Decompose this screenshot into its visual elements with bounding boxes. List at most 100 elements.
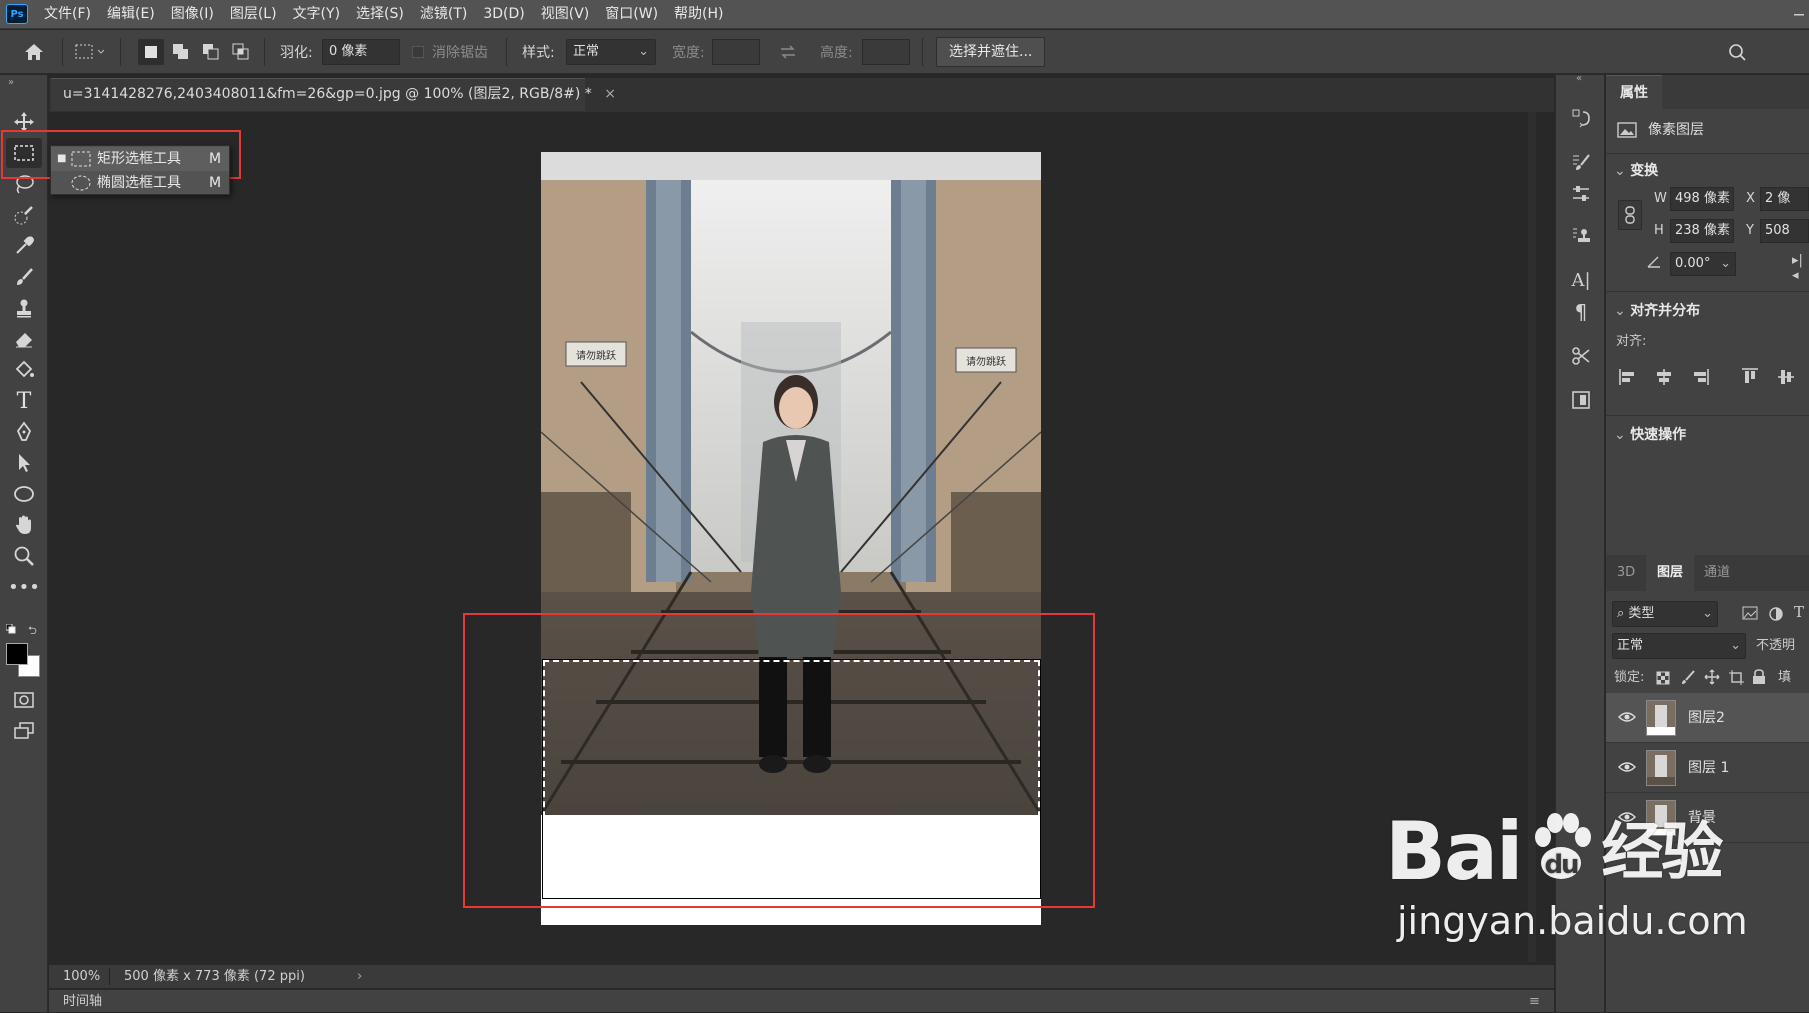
more-tools-icon[interactable]: ••• (6, 572, 42, 602)
character-icon[interactable]: A| (1566, 265, 1596, 295)
collapse-icon[interactable]: » (8, 77, 14, 88)
menu-help[interactable]: 帮助(H) (666, 0, 731, 29)
type-tool-icon[interactable]: T (6, 386, 42, 416)
flyout-item-ellipse-marquee[interactable]: 椭圆选框工具 M (51, 171, 229, 195)
paragraph-icon[interactable]: ¶ (1566, 297, 1596, 327)
tab-properties[interactable]: 属性 (1606, 75, 1662, 109)
menu-type[interactable]: 文字(Y) (285, 0, 348, 29)
menu-image[interactable]: 图像(I) (163, 0, 222, 29)
home-icon[interactable] (20, 38, 48, 66)
ellipse-tool-icon[interactable] (6, 479, 42, 509)
flyout-item-shortcut: M (209, 175, 222, 191)
close-tab-icon[interactable]: × (604, 86, 616, 102)
chevron-right-icon[interactable]: › (357, 965, 362, 988)
screen-mode-icon[interactable] (6, 716, 42, 746)
history-icon[interactable] (1566, 103, 1596, 133)
h-input[interactable]: 238 像素 (1670, 219, 1734, 243)
antialias-checkbox[interactable] (412, 46, 424, 58)
swap-colors-icon[interactable]: ⮌ (28, 622, 40, 637)
align-left-icon[interactable] (1618, 367, 1638, 387)
new-selection-icon[interactable] (138, 39, 164, 65)
minimize-icon[interactable] (1790, 4, 1808, 24)
flip-icon[interactable]: ▸|◂ (1792, 253, 1809, 283)
lock-artboard-icon[interactable] (1728, 669, 1744, 685)
menu-file[interactable]: 文件(F) (36, 0, 99, 29)
adjustments-icon[interactable] (1566, 179, 1596, 209)
y-input[interactable]: 508 (1760, 219, 1809, 243)
lock-image-icon[interactable] (1680, 669, 1696, 685)
quick-mask-icon[interactable] (6, 685, 42, 715)
menu-edit[interactable]: 编辑(E) (99, 0, 163, 29)
intersect-selection-icon[interactable] (228, 39, 254, 65)
panel-menu-icon[interactable]: ≡ (1529, 990, 1540, 1013)
select-and-mask-button[interactable]: 选择并遮住... (936, 37, 1046, 67)
align-right-icon[interactable] (1690, 367, 1710, 387)
foreground-color-swatch[interactable] (6, 643, 28, 665)
lock-transparent-icon[interactable] (1656, 671, 1670, 685)
watermark-brand-tail: 经验 (1601, 815, 1723, 888)
navigator-icon[interactable] (1566, 385, 1596, 415)
path-select-tool-icon[interactable] (6, 448, 42, 478)
paint-bucket-tool-icon[interactable] (6, 355, 42, 385)
search-icon[interactable] (1724, 40, 1750, 64)
tool-presets-icon[interactable] (1566, 341, 1596, 371)
filter-pixel-icon[interactable] (1742, 606, 1758, 622)
align-center-h-icon[interactable] (1654, 367, 1674, 387)
default-colors-icon[interactable] (5, 623, 16, 634)
eye-icon[interactable] (1618, 710, 1636, 726)
menu-filter[interactable]: 滤镜(T) (412, 0, 475, 29)
x-input[interactable]: 2 像 (1760, 187, 1809, 211)
menu-select[interactable]: 选择(S) (348, 0, 412, 29)
menu-view[interactable]: 视图(V) (533, 0, 598, 29)
layer-row[interactable]: 图层 1 (1606, 743, 1809, 793)
filter-adjustment-icon[interactable] (1768, 606, 1784, 622)
lock-all-icon[interactable] (1752, 669, 1766, 685)
w-input[interactable]: 498 像素 (1670, 187, 1734, 211)
hand-tool-icon[interactable] (6, 510, 42, 540)
quick-actions-section[interactable]: ⌄ 快速操作 (1614, 421, 1686, 449)
align-section[interactable]: ⌄ 对齐并分布 (1614, 297, 1700, 325)
flyout-item-rect-marquee[interactable]: ■ 矩形选框工具 M (51, 147, 229, 171)
photoshop-logo[interactable]: Ps (6, 4, 28, 24)
menu-3d[interactable]: 3D(D) (475, 0, 532, 29)
subtract-selection-icon[interactable] (198, 39, 224, 65)
timeline-tab[interactable]: 时间轴 (63, 990, 102, 1013)
tool-preset-icon[interactable] (72, 38, 108, 66)
angle-input[interactable]: 0.00° ⌄ (1670, 252, 1736, 276)
menu-window[interactable]: 窗口(W) (597, 0, 666, 29)
pen-tool-icon[interactable] (6, 417, 42, 447)
tools-panel: » T ••• ⮌ (0, 75, 48, 1012)
align-center-v-icon[interactable] (1776, 367, 1796, 387)
add-selection-icon[interactable] (168, 39, 194, 65)
lock-position-icon[interactable] (1704, 669, 1720, 685)
style-select[interactable]: 正常 ⌄ (566, 39, 656, 65)
filter-type-icon[interactable]: T (1794, 603, 1804, 621)
layer-row[interactable]: 图层2 (1606, 693, 1809, 743)
brush-settings-icon[interactable] (1566, 147, 1596, 177)
tab-channels[interactable]: 通道 (1694, 555, 1740, 591)
eyedropper-tool-icon[interactable] (6, 231, 42, 261)
clone-source-icon[interactable] (1566, 221, 1596, 251)
width-input[interactable] (712, 39, 760, 65)
zoom-level[interactable]: 100% (63, 965, 100, 988)
layer-filter-select[interactable]: ⌕ 类型 ⌄ (1612, 601, 1718, 627)
eye-icon[interactable] (1618, 760, 1636, 776)
zoom-tool-icon[interactable] (6, 541, 42, 571)
expand-panels-icon[interactable]: « (1576, 73, 1582, 84)
eraser-tool-icon[interactable] (6, 324, 42, 354)
tab-layers[interactable]: 图层 (1646, 555, 1694, 591)
menu-layer[interactable]: 图层(L) (222, 0, 285, 29)
tab-3d[interactable]: 3D (1606, 555, 1646, 591)
quick-select-tool-icon[interactable] (6, 200, 42, 230)
height-input[interactable] (862, 39, 910, 65)
blend-mode-select[interactable]: 正常 ⌄ (1612, 633, 1746, 659)
align-top-icon[interactable] (1740, 367, 1760, 387)
link-proportions-icon[interactable] (1618, 200, 1642, 230)
brush-tool-icon[interactable] (6, 262, 42, 292)
document-tab[interactable]: u=3141428276,2403408011&fm=26&gp=0.jpg @… (51, 78, 616, 111)
transform-section[interactable]: ⌄ 变换 (1614, 157, 1658, 185)
stamp-tool-icon[interactable] (6, 293, 42, 323)
feather-input[interactable]: 0 像素 (322, 39, 400, 65)
y-label: Y (1746, 223, 1754, 238)
swap-dimensions-icon[interactable] (776, 40, 800, 64)
